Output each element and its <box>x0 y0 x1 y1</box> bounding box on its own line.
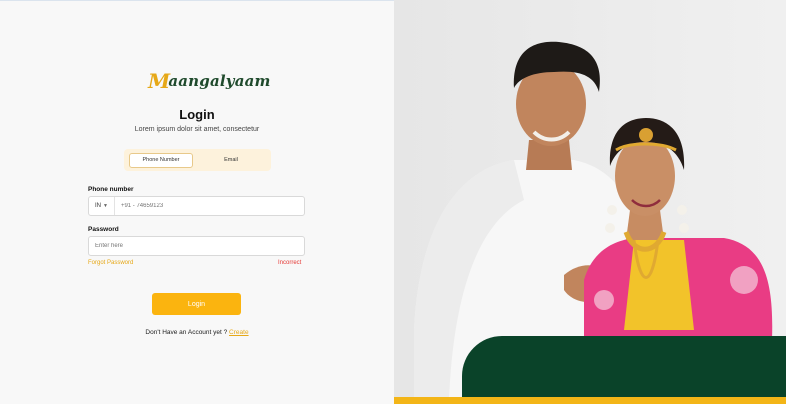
chevron-down-icon: ▼ <box>103 203 108 209</box>
country-code-value: IN <box>95 203 101 209</box>
password-field <box>88 236 305 256</box>
error-message: Incorrect <box>278 260 302 266</box>
hero-panel <box>394 0 786 404</box>
page-subtitle: Lorem ipsum dolor sit amet, consectetur <box>134 126 260 133</box>
phone-label: Phone number <box>88 186 134 193</box>
signup-prompt: Don't Have an Account yet ? Create <box>0 329 394 336</box>
phone-input[interactable] <box>114 203 304 209</box>
login-button[interactable]: Login <box>152 293 241 315</box>
password-label: Password <box>88 226 119 233</box>
logo-text: aangalyaam <box>168 72 271 90</box>
decorative-green-card <box>462 336 786 404</box>
logo-mark: M <box>148 69 171 93</box>
tab-email[interactable]: Email <box>199 153 263 168</box>
decorative-yellow-bar <box>394 397 786 404</box>
password-input[interactable] <box>89 243 304 249</box>
tab-phone-number[interactable]: Phone Number <box>129 152 193 168</box>
phone-field: IN ▼ <box>88 196 305 216</box>
create-account-link[interactable]: Create <box>229 329 249 336</box>
brand-logo: Maangalyaam <box>148 69 270 93</box>
login-panel: Maangalyaam Login Lorem ipsum dolor sit … <box>0 0 394 404</box>
page-title: Login <box>179 107 215 122</box>
forgot-password-link[interactable]: Forgot Password <box>88 260 133 266</box>
signup-prompt-text: Don't Have an Account yet ? <box>145 329 230 336</box>
login-method-tabs: Phone Number Email <box>124 149 271 171</box>
country-code-select[interactable]: IN ▼ <box>89 197 115 215</box>
